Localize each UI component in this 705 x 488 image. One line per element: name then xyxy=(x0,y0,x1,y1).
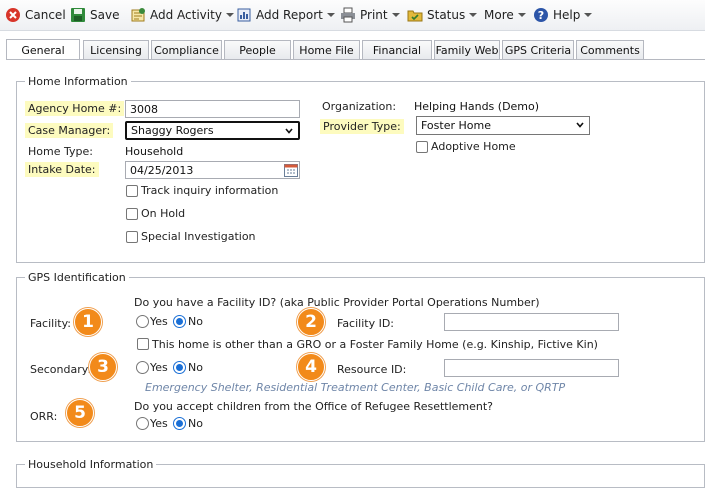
section-title: Home Information xyxy=(28,75,128,88)
facility-yes-radio[interactable] xyxy=(136,315,149,328)
facility-label: Facility: xyxy=(30,317,72,330)
facility-yes-label: Yes xyxy=(150,315,168,328)
facility-id-input[interactable] xyxy=(444,313,619,331)
callout-badge-4: 4 xyxy=(297,353,325,381)
case-manager-select[interactable]: Shaggy Rogers xyxy=(125,121,300,140)
agency-home-input[interactable] xyxy=(125,100,300,118)
case-manager-label: Case Manager: xyxy=(25,123,114,138)
intake-date-input[interactable] xyxy=(125,161,300,179)
chevron-down-icon xyxy=(584,13,593,17)
section-title: Household Information xyxy=(28,458,154,471)
add-activity-icon xyxy=(130,7,146,23)
orr-no-label: No xyxy=(188,417,203,430)
facility-no-radio[interactable] xyxy=(173,315,186,328)
section-title: GPS Identification xyxy=(28,271,126,284)
organization-label: Organization: xyxy=(322,100,397,113)
save-button[interactable]: Save xyxy=(70,6,119,24)
facility-no-label: No xyxy=(188,315,203,328)
help-button[interactable]: ? Help xyxy=(533,6,593,24)
organization-value: Helping Hands (Demo) xyxy=(414,100,540,113)
callout-badge-5: 5 xyxy=(66,399,94,427)
tab-compliance[interactable]: Compliance xyxy=(151,40,222,60)
callout-badge-1: 1 xyxy=(74,308,102,336)
chevron-down-icon xyxy=(326,13,335,17)
resource-id-input[interactable] xyxy=(444,359,619,377)
secondary-hint: Emergency Shelter, Residential Treatment… xyxy=(145,381,566,394)
tab-people[interactable]: People xyxy=(224,40,291,60)
chevron-down-icon xyxy=(285,128,293,134)
facility-id-label: Facility ID: xyxy=(337,317,395,330)
adoptive-home-checkbox[interactable] xyxy=(416,141,428,153)
tab-general[interactable]: General xyxy=(6,39,80,60)
calendar-icon[interactable] xyxy=(284,163,298,177)
other-home-label: This home is other than a GRO or a Foste… xyxy=(152,338,598,351)
chevron-down-icon xyxy=(391,13,400,17)
callout-badge-3: 3 xyxy=(89,353,117,381)
other-home-checkbox[interactable] xyxy=(137,338,149,350)
special-investigation-label: Special Investigation xyxy=(141,230,256,243)
orr-label: ORR: xyxy=(30,410,58,423)
cancel-icon xyxy=(5,7,21,23)
orr-no-radio[interactable] xyxy=(173,417,186,430)
intake-date-label: Intake Date: xyxy=(25,162,99,177)
add-report-button[interactable]: Add Report xyxy=(236,6,335,24)
agency-home-label: Agency Home #: xyxy=(25,101,125,116)
resource-id-label: Resource ID: xyxy=(337,363,407,376)
svg-text:?: ? xyxy=(538,9,544,22)
home-type-label: Home Type: xyxy=(28,145,93,158)
secondary-no-radio[interactable] xyxy=(173,361,186,374)
add-activity-button[interactable]: Add Activity xyxy=(130,6,234,24)
print-button[interactable]: Print xyxy=(340,6,400,24)
chevron-down-icon xyxy=(225,13,234,17)
more-button[interactable]: More xyxy=(484,6,526,24)
tab-licensing[interactable]: Licensing xyxy=(83,40,149,60)
secondary-yes-label: Yes xyxy=(150,361,168,374)
status-button[interactable]: Status xyxy=(407,6,478,24)
orr-yes-radio[interactable] xyxy=(136,417,149,430)
facility-question: Do you have a Facility ID? (aka Public P… xyxy=(134,296,540,309)
secondary-yes-radio[interactable] xyxy=(136,361,149,374)
status-icon xyxy=(407,7,423,23)
tab-gps-criteria[interactable]: GPS Criteria xyxy=(502,40,574,60)
tab-home-file[interactable]: Home File xyxy=(293,40,360,60)
callout-badge-2: 2 xyxy=(297,308,325,336)
adoptive-home-label: Adoptive Home xyxy=(431,140,516,153)
save-icon xyxy=(70,7,86,23)
track-inquiry-checkbox[interactable] xyxy=(126,185,138,197)
chevron-down-icon xyxy=(517,13,526,17)
cancel-button[interactable]: Cancel xyxy=(5,6,66,24)
special-investigation-checkbox[interactable] xyxy=(126,231,138,243)
chevron-down-icon xyxy=(469,13,478,17)
toolbar: Cancel Save Add Activity Add Report Prin… xyxy=(0,0,705,31)
printer-icon xyxy=(340,7,356,23)
chevron-down-icon xyxy=(576,122,584,128)
help-icon: ? xyxy=(533,7,549,23)
on-hold-checkbox[interactable] xyxy=(126,208,138,220)
tab-comments[interactable]: Comments xyxy=(576,40,644,60)
home-type-value: Household xyxy=(125,145,184,158)
provider-type-label: Provider Type: xyxy=(320,119,404,134)
report-icon xyxy=(236,7,252,23)
tab-divider xyxy=(6,59,705,60)
provider-type-select[interactable]: Foster Home xyxy=(416,116,590,135)
tab-family-web[interactable]: Family Web xyxy=(434,40,500,60)
secondary-no-label: No xyxy=(188,361,203,374)
on-hold-label: On Hold xyxy=(141,207,186,220)
track-inquiry-label: Track inquiry information xyxy=(141,184,279,197)
secondary-label: Secondary: xyxy=(30,363,92,376)
tab-financial[interactable]: Financial xyxy=(362,40,432,60)
orr-yes-label: Yes xyxy=(150,417,168,430)
orr-question: Do you accept children from the Office o… xyxy=(134,400,494,413)
household-information-section: Household Information xyxy=(16,458,705,488)
